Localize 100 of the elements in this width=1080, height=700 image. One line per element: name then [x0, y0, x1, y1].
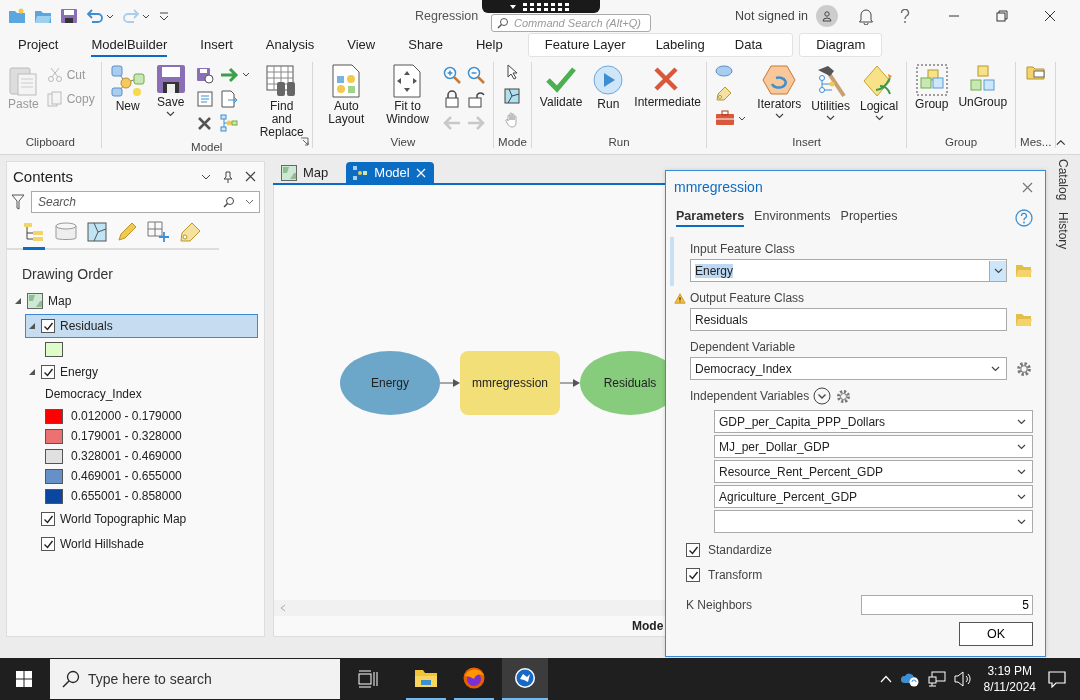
- ribbon-button[interactable]: Save: [151, 62, 190, 119]
- checkbox[interactable]: [686, 568, 700, 582]
- ribbon-tab[interactable]: Help: [475, 33, 503, 57]
- drawing-order-icon[interactable]: [23, 221, 45, 250]
- ribbon-button[interactable]: Find and Replace: [255, 62, 308, 141]
- ribbon-button[interactable]: Logical: [856, 62, 903, 123]
- checkbox[interactable]: [41, 512, 55, 526]
- layer-row[interactable]: World Topographic Map: [25, 507, 258, 531]
- collapse-toggle-icon[interactable]: [813, 387, 832, 405]
- dataset-field[interactable]: Energy: [690, 259, 1007, 282]
- ribbon-tab[interactable]: ModelBuilder: [91, 33, 168, 57]
- side-tab[interactable]: Catalog: [1056, 159, 1070, 201]
- customize-icon[interactable]: [158, 10, 170, 22]
- layer-row[interactable]: World Hillshade: [25, 532, 258, 556]
- notification-icon[interactable]: [1048, 670, 1066, 688]
- filter-icon[interactable]: [11, 194, 25, 210]
- collapse-ribbon-icon[interactable]: [1056, 139, 1066, 146]
- undo-icon[interactable]: [86, 8, 114, 24]
- task-view-icon[interactable]: [358, 670, 378, 688]
- ribbon-button[interactable]: Run: [588, 62, 629, 113]
- show-hidden-icons-icon[interactable]: [879, 675, 892, 683]
- gear-icon[interactable]: [1015, 359, 1033, 378]
- tools-icon[interactable]: [195, 114, 214, 132]
- dialog-tab[interactable]: Parameters: [676, 209, 745, 227]
- dialog-launcher-icon[interactable]: [299, 137, 309, 146]
- toolbox-icon[interactable]: [715, 110, 748, 126]
- zoom-in-icon[interactable]: [443, 66, 462, 84]
- side-tab[interactable]: History: [1056, 212, 1070, 250]
- ribbon-button[interactable]: Fit to Window: [377, 62, 438, 128]
- ribbon-tab[interactable]: Data: [734, 33, 763, 57]
- ribbon-tab[interactable]: View: [347, 33, 376, 57]
- expand-arrow-icon[interactable]: [28, 322, 36, 330]
- data-node[interactable]: Energy: [340, 350, 440, 415]
- dialog-tab[interactable]: Properties: [840, 209, 898, 227]
- ribbon-button[interactable]: Iterators: [753, 62, 806, 121]
- dropdown-caret-icon[interactable]: [509, 2, 517, 11]
- tag-icon[interactable]: [715, 86, 734, 102]
- pane-menu-icon[interactable]: [201, 173, 211, 180]
- tool-node[interactable]: mmregression: [460, 350, 560, 415]
- checkbox[interactable]: [41, 319, 55, 333]
- cloud-sync-icon[interactable]: [899, 671, 920, 687]
- clock-time[interactable]: 3:19 PM: [987, 663, 1033, 679]
- ribbon-button[interactable]: Auto Layout: [316, 62, 376, 128]
- checkbox[interactable]: [41, 365, 55, 379]
- horizontal-scrollbar[interactable]: [274, 600, 665, 616]
- ribbon-button[interactable]: Intermediate: [630, 62, 703, 111]
- variable-dropdown[interactable]: Resource_Rent_Percent_GDP: [714, 460, 1033, 483]
- restore-icon[interactable]: [996, 10, 1008, 22]
- ok-button[interactable]: OK: [959, 622, 1033, 646]
- clock-date[interactable]: 8/11/2024: [983, 679, 1036, 695]
- select-map-icon[interactable]: [504, 88, 521, 104]
- search-field[interactable]: Search: [31, 191, 260, 213]
- help-icon[interactable]: [900, 8, 910, 24]
- document-tab[interactable]: Map: [279, 162, 337, 183]
- map-row[interactable]: Map: [11, 289, 258, 313]
- ribbon-tab[interactable]: Labeling: [655, 33, 705, 57]
- expand-arrow-icon[interactable]: [14, 297, 22, 305]
- ribbon-button[interactable]: New: [105, 62, 150, 115]
- network-icon[interactable]: [927, 671, 946, 687]
- layer-row[interactable]: Residuals: [25, 314, 258, 338]
- ribbon-tab[interactable]: Project: [18, 33, 59, 57]
- ribbon-button[interactable]: UnGroup: [954, 62, 1012, 111]
- ribbon-button[interactable]: Utilities: [807, 62, 854, 123]
- connection-bar[interactable]: [482, 0, 600, 13]
- number-field[interactable]: 5: [861, 595, 1033, 615]
- export-document-icon[interactable]: [219, 90, 238, 108]
- close-icon[interactable]: [1044, 10, 1056, 22]
- layer-row[interactable]: Energy: [25, 360, 258, 384]
- unlock-icon[interactable]: [467, 90, 486, 108]
- lock-icon[interactable]: [443, 90, 462, 108]
- ribbon-tab[interactable]: Diagram: [816, 33, 866, 57]
- zoom-out-icon[interactable]: [467, 66, 486, 84]
- search-icon[interactable]: [223, 196, 235, 208]
- help-icon[interactable]: [1015, 209, 1033, 227]
- volume-icon[interactable]: [953, 671, 972, 687]
- save-icon[interactable]: [60, 8, 78, 24]
- ribbon-button[interactable]: Validate: [535, 62, 587, 111]
- arrow-right-icon[interactable]: [219, 66, 250, 84]
- document-tab[interactable]: Model: [346, 162, 434, 183]
- taskbar-search-field[interactable]: Type here to search: [50, 659, 340, 699]
- ribbon-tab[interactable]: Share: [408, 33, 443, 57]
- ribbon-tab[interactable]: Feature Layer: [544, 33, 626, 57]
- variable-dropdown[interactable]: GDP_per_Capita_PPP_Dollars: [714, 410, 1033, 433]
- taskbar-app[interactable]: [502, 658, 548, 700]
- expand-arrow-icon[interactable]: [28, 368, 36, 376]
- ribbon-tab[interactable]: Analysis: [265, 33, 315, 57]
- pin-icon[interactable]: [223, 170, 233, 183]
- save-clock-icon[interactable]: [195, 66, 214, 84]
- dataset-field[interactable]: Residuals: [690, 308, 1007, 331]
- gear-icon[interactable]: [835, 387, 853, 405]
- folder-message-icon[interactable]: [1025, 64, 1046, 80]
- checkbox[interactable]: [41, 537, 55, 551]
- ribbon-tab[interactable]: Insert: [200, 33, 233, 57]
- sign-in-status[interactable]: Not signed in: [735, 9, 808, 23]
- checkbox[interactable]: [686, 543, 700, 557]
- close-icon[interactable]: [245, 171, 256, 182]
- variable-dropdown[interactable]: MJ_per_Dollar_GDP: [714, 435, 1033, 458]
- ribbon-button[interactable]: Group: [911, 62, 953, 113]
- field-dropdown[interactable]: Democracy_Index: [690, 357, 1007, 380]
- windows-start-icon[interactable]: [16, 671, 32, 687]
